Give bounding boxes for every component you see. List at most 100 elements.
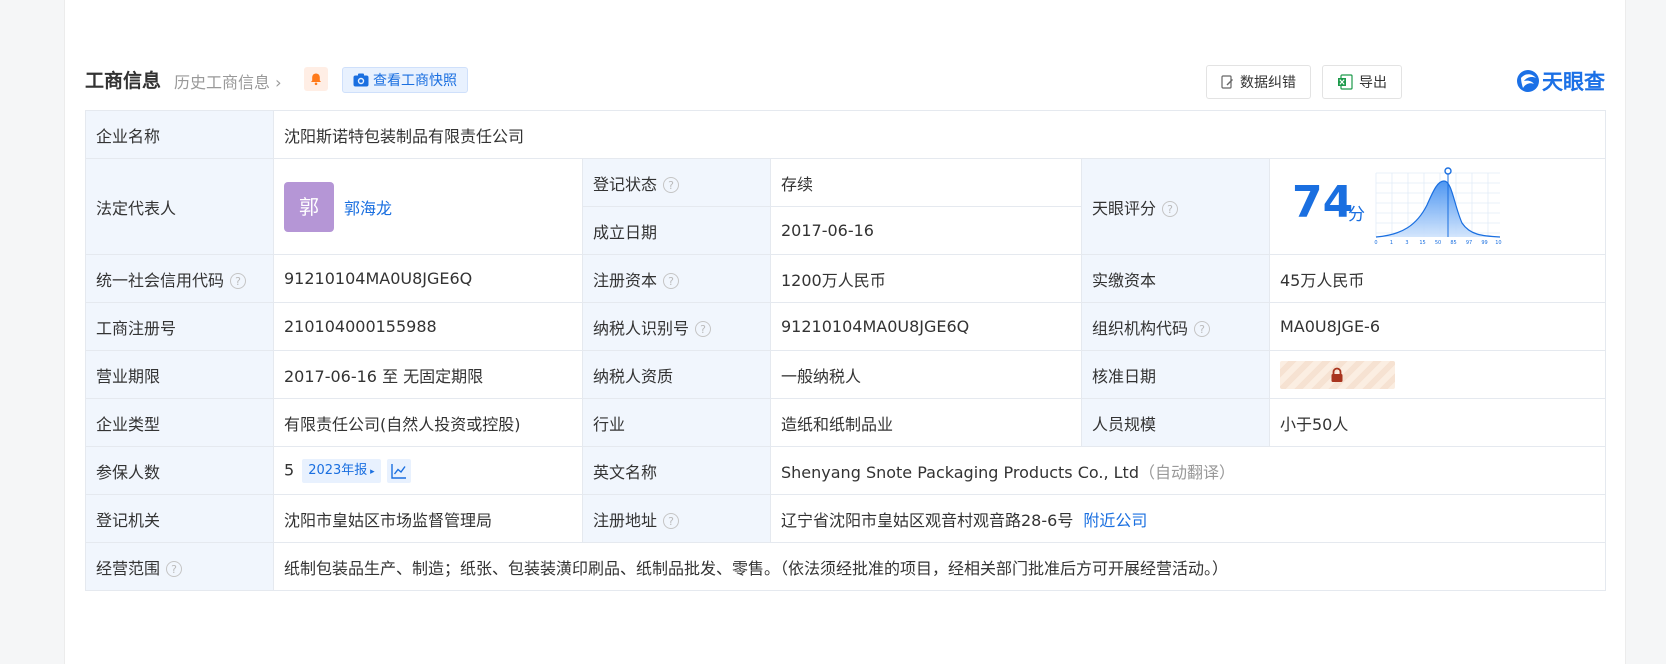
paid-capital-label: 实缴资本 (1081, 254, 1270, 303)
caret-right-icon: ▸ (367, 466, 375, 477)
tianyancha-logo-text: 天眼查 (1542, 70, 1605, 94)
status-label-cell: 登记状态? (582, 158, 771, 207)
annual-report-label: 2023年报 (308, 462, 368, 478)
score-unit: 分 (1348, 205, 1365, 225)
insured-value: 5 (284, 460, 295, 479)
score-axis-tick: 15 (1419, 240, 1425, 246)
avatar[interactable]: 郭 (284, 181, 334, 232)
org-code-label: 组织机构代码 (1092, 318, 1189, 338)
company-name-label: 企业名称 (85, 110, 274, 159)
score-axis-tick: 100 (1495, 240, 1502, 246)
reg-no-label: 工商注册号 (85, 302, 274, 351)
credit-code-value: 91210104MA0U8JGE6Q (273, 254, 583, 303)
table-row: 统一社会信用代码? 91210104MA0U8JGE6Q 注册资本? 1200万… (85, 254, 1606, 303)
org-code-value: MA0U8JGE-6 (1269, 302, 1606, 351)
trend-chart-button[interactable] (386, 458, 411, 483)
taxpayer-qual-label: 纳税人资质 (582, 350, 771, 399)
chevron-right-icon: › (275, 73, 282, 92)
found-date-label: 成立日期 (582, 206, 771, 255)
view-snapshot-label: 查看工商快照 (373, 73, 457, 89)
nearby-companies-link[interactable]: 附近公司 (1083, 511, 1147, 530)
table-row: 参保人数 5 2023年报 ▸ 英文名称 Shenyang Snote Packa… (85, 446, 1606, 495)
insured-label: 参保人数 (85, 446, 274, 495)
score-cell[interactable]: 74 分 0 1 3 15 50 85 97 99 10 (1269, 158, 1606, 255)
scope-label: 经营范围 (96, 558, 161, 578)
paid-capital-value: 45万人民币 (1269, 254, 1606, 303)
help-icon[interactable]: ? (663, 273, 680, 289)
help-icon[interactable]: ? (1162, 201, 1179, 217)
english-name-label: 英文名称 (582, 446, 771, 495)
industry-label: 行业 (582, 398, 771, 447)
reg-capital-label-cell: 注册资本? (582, 254, 771, 303)
status-label: 登记状态 (593, 174, 658, 194)
table-row: 企业名称 沈阳斯诺特包装制品有限责任公司 (85, 110, 1606, 159)
address-label-cell: 注册地址? (582, 494, 771, 543)
authority-value: 沈阳市皇姑区市场监督管理局 (273, 494, 583, 543)
taxpayer-id-value: 91210104MA0U8JGE6Q (770, 302, 1082, 351)
status-value: 存续 (770, 158, 1082, 207)
history-info-link[interactable]: 历史工商信息 › (174, 69, 282, 93)
score-axis-tick: 3 (1405, 240, 1408, 246)
authority-label: 登记机关 (85, 494, 274, 543)
credit-code-label: 统一社会信用代码 (96, 270, 225, 290)
score-axis-tick: 99 (1481, 240, 1487, 246)
annual-report-tag[interactable]: 2023年报 ▸ (302, 458, 381, 483)
edit-doc-icon (1221, 74, 1233, 89)
org-code-label-cell: 组织机构代码? (1081, 302, 1270, 351)
score-axis-tick: 1 (1390, 240, 1393, 246)
legal-rep-name-link[interactable]: 郭海龙 (344, 199, 392, 218)
table-row: 登记机关 沈阳市皇姑区市场监督管理局 注册地址? 辽宁省沈阳市皇姑区观音村观音路… (85, 494, 1606, 543)
approve-date-locked[interactable] (1280, 360, 1395, 389)
score-label-cell: 天眼评分? (1081, 158, 1270, 255)
view-snapshot-button[interactable]: 查看工商快照 (342, 67, 468, 93)
term-value: 2017-06-16 至 无固定期限 (273, 350, 583, 399)
address-label: 注册地址 (593, 510, 658, 530)
score-label: 天眼评分 (1092, 198, 1157, 218)
bell-icon (311, 73, 321, 86)
score-axis-tick: 50 (1435, 240, 1441, 246)
score-distribution-chart: 0 1 3 15 50 85 97 99 100 (1374, 167, 1502, 246)
address-value: 辽宁省沈阳市皇姑区观音村观音路28-6号 (781, 510, 1074, 530)
section-title: 工商信息 (85, 70, 162, 92)
export-label: 导出 (1359, 75, 1387, 91)
approve-date-label: 核准日期 (1081, 350, 1270, 399)
approve-date-cell (1269, 350, 1606, 399)
table-row: 企业类型 有限责任公司(自然人投资或控股) 行业 造纸和纸制品业 人员规模 小于… (85, 398, 1606, 447)
trend-chart-icon (390, 463, 406, 479)
address-cell: 辽宁省沈阳市皇姑区观音村观音路28-6号 附近公司 (770, 494, 1606, 543)
staff-size-value: 小于50人 (1269, 398, 1606, 447)
help-icon[interactable]: ? (230, 273, 247, 289)
legal-rep-label: 法定代表人 (85, 158, 274, 255)
table-row: 营业期限 2017-06-16 至 无固定期限 纳税人资质 一般纳税人 核准日期 (85, 350, 1606, 399)
insured-cell: 5 2023年报 ▸ (273, 446, 583, 495)
data-correction-label: 数据纠错 (1240, 75, 1296, 91)
score-axis-tick: 97 (1466, 240, 1472, 246)
legal-rep-cell: 郭郭海龙 (273, 158, 583, 255)
export-button[interactable]: 导出 (1322, 65, 1402, 99)
table-row: 经营范围? 纸制包装品生产、制造；纸张、包装装潢印刷品、纸制品批发、零售。（依法… (85, 542, 1606, 591)
table-row: 法定代表人 郭郭海龙 登记状态? 存续 天眼评分? 74 分 0 1 3 15 … (85, 158, 1606, 255)
help-icon[interactable]: ? (166, 561, 183, 577)
score-axis-tick: 0 (1374, 240, 1377, 246)
score-value: 74 (1292, 177, 1354, 228)
data-correction-button[interactable]: 数据纠错 (1206, 65, 1311, 99)
help-icon[interactable]: ? (695, 321, 712, 337)
found-date-value: 2017-06-16 (770, 206, 1082, 255)
reg-capital-label: 注册资本 (593, 270, 658, 290)
table-row: 工商注册号 210104000155988 纳税人识别号? 91210104MA… (85, 302, 1606, 351)
section-header: 工商信息 历史工商信息 › 查看工商快照 数据纠错 导出 天眼查 (85, 64, 1605, 100)
scope-value: 纸制包装品生产、制造；纸张、包装装潢印刷品、纸制品批发、零售。（依法须经批准的项… (273, 542, 1606, 591)
auto-translate-note: （自动翻译） (1138, 462, 1235, 482)
taxpayer-id-label-cell: 纳税人识别号? (582, 302, 771, 351)
subscribe-button[interactable] (304, 67, 328, 91)
excel-icon (1338, 74, 1353, 90)
english-name-value: Shenyang Snote Packaging Products Co., L… (781, 462, 1139, 482)
camera-icon (353, 73, 369, 87)
help-icon[interactable]: ? (663, 513, 680, 529)
score-axis-tick: 85 (1450, 240, 1456, 246)
business-info-table: 企业名称 沈阳斯诺特包装制品有限责任公司 法定代表人 郭郭海龙 登记状态? 存续… (85, 110, 1606, 591)
reg-capital-value: 1200万人民币 (770, 254, 1082, 303)
help-icon[interactable]: ? (1194, 321, 1211, 337)
company-name-value: 沈阳斯诺特包装制品有限责任公司 (273, 110, 1606, 159)
help-icon[interactable]: ? (663, 177, 680, 193)
